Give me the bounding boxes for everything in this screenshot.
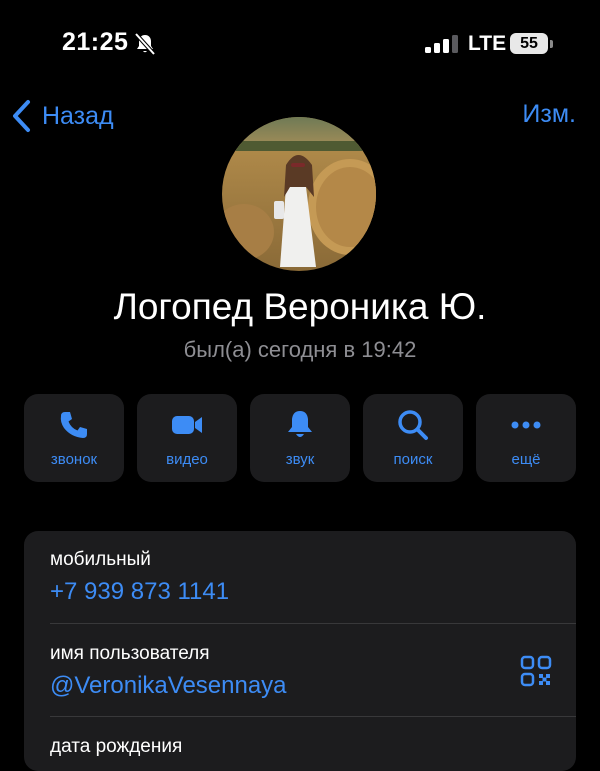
- video-button[interactable]: видео: [137, 394, 237, 482]
- signal-icon: [425, 35, 458, 53]
- avatar-photo: [222, 117, 376, 271]
- bell-slash-icon: [134, 32, 156, 56]
- status-time: 21:25: [62, 28, 129, 56]
- contact-info-card: мобильный +7 939 873 1141 имя пользовате…: [24, 531, 576, 771]
- divider: [50, 623, 576, 624]
- call-button[interactable]: звонок: [24, 394, 124, 482]
- more-button[interactable]: ещё: [476, 394, 576, 482]
- back-button[interactable]: Назад: [10, 98, 114, 134]
- last-seen-status: был(а) сегодня в 19:42: [183, 337, 417, 362]
- birthday-label: дата рождения: [50, 736, 183, 757]
- call-button-label: звонок: [50, 451, 98, 468]
- username-label: имя пользователя: [50, 643, 210, 664]
- chevron-left-icon: [13, 100, 30, 132]
- network-type: LTE: [468, 32, 507, 55]
- more-button-label: ещё: [511, 451, 541, 468]
- more-icon: [511, 421, 541, 429]
- profile-name: Логопед Вероника Ю.: [113, 286, 487, 327]
- sound-button-label: звук: [285, 451, 315, 468]
- action-bar: звонок видео звук поиск ещё: [24, 394, 576, 482]
- phone-icon: [60, 412, 87, 438]
- bell-icon: [288, 411, 312, 437]
- qr-code-icon[interactable]: [520, 655, 552, 687]
- video-camera-icon: [172, 416, 202, 434]
- search-button-label: поиск: [393, 451, 433, 468]
- battery-level: 55: [510, 33, 548, 54]
- status-bar: 21:25 LTE 55: [0, 0, 600, 90]
- edit-button[interactable]: Изм.: [522, 100, 576, 129]
- avatar[interactable]: [222, 117, 376, 271]
- back-button-label: Назад: [42, 101, 114, 130]
- search-icon: [398, 410, 428, 440]
- divider: [50, 716, 576, 717]
- sound-button[interactable]: звук: [250, 394, 350, 482]
- mobile-label: мобильный: [50, 549, 151, 570]
- battery-icon: 55: [510, 33, 553, 55]
- mobile-phone-number[interactable]: +7 939 873 1141: [50, 578, 229, 606]
- username-value[interactable]: @VeronikaVesennaya: [50, 672, 287, 700]
- video-button-label: видео: [166, 451, 208, 468]
- search-button[interactable]: поиск: [363, 394, 463, 482]
- battery-cap: [550, 40, 553, 48]
